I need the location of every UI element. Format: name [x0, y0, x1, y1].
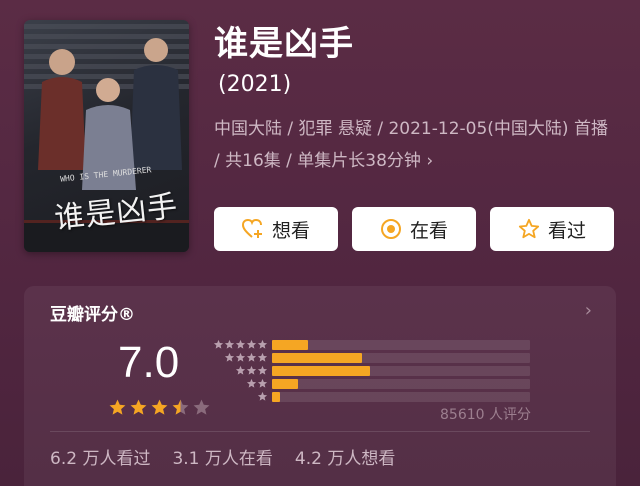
small-star-icon	[213, 339, 224, 349]
small-star-icon	[246, 352, 257, 362]
distribution-stars	[210, 365, 272, 376]
want-to-watch-button[interactable]: 想看	[214, 207, 338, 251]
watching-button[interactable]: 在看	[352, 207, 476, 251]
rating-distribution	[210, 338, 546, 403]
small-star-icon	[246, 339, 257, 349]
distribution-bar-track	[272, 391, 530, 402]
star-icon	[151, 399, 168, 415]
movie-meta-text: 中国大陆 / 犯罪 悬疑 / 2021-12-05(中国大陆) 首播 / 共16…	[214, 119, 608, 171]
divider	[50, 431, 590, 432]
distribution-stars	[210, 352, 272, 363]
distribution-bar-fill	[272, 352, 363, 363]
chevron-right-icon[interactable]: ›	[585, 300, 592, 321]
small-star-icon	[246, 378, 257, 388]
star-icon	[130, 399, 147, 415]
watched-button[interactable]: 看过	[490, 207, 614, 251]
distribution-bar-fill	[272, 391, 280, 402]
target-circle-icon	[380, 219, 401, 239]
distribution-bar-fill	[272, 365, 371, 376]
distribution-row	[210, 377, 546, 390]
watching-label: 在看	[409, 219, 448, 242]
want-to-watch-label: 想看	[271, 219, 310, 242]
movie-title: 谁是凶手	[214, 24, 354, 64]
audience-stats: 6.2 万人看过 3.1 万人在看 4.2 万人想看	[50, 444, 395, 469]
movie-year: (2021)	[218, 72, 292, 97]
small-star-icon	[235, 365, 246, 375]
star-icon	[193, 399, 210, 415]
star-icon	[109, 399, 126, 415]
small-star-icon	[257, 352, 268, 362]
star-icon	[172, 399, 189, 415]
rating-score: 7.0	[118, 338, 180, 387]
distribution-bar-track	[272, 378, 530, 389]
distribution-bar-fill	[272, 378, 298, 389]
distribution-stars	[210, 378, 272, 389]
small-star-icon	[257, 339, 268, 349]
poster-image[interactable]: WHO IS THE MURDERER 谁是凶手	[24, 20, 189, 252]
chevron-right-icon: ›	[426, 151, 434, 171]
distribution-bar-fill	[272, 339, 309, 350]
small-star-icon	[235, 339, 246, 349]
action-buttons: 想看 在看 看过	[214, 207, 614, 251]
small-star-icon	[224, 339, 235, 349]
star-outline-icon	[518, 218, 540, 239]
distribution-bar-track	[272, 365, 530, 376]
small-star-icon	[224, 352, 235, 362]
distribution-bar-track	[272, 352, 530, 363]
distribution-bar-track	[272, 339, 530, 350]
watched-label: 看过	[547, 219, 586, 242]
distribution-row	[210, 364, 546, 377]
movie-info: 谁是凶手 (2021) 中国大陆 / 犯罪 悬疑 / 2021-12-05(中国…	[214, 22, 620, 177]
movie-meta[interactable]: 中国大陆 / 犯罪 悬疑 / 2021-12-05(中国大陆) 首播 / 共16…	[214, 113, 614, 177]
rating-header: 豆瓣评分®	[50, 305, 135, 325]
small-star-icon	[235, 352, 246, 362]
distribution-row	[210, 351, 546, 364]
heart-plus-icon	[241, 219, 262, 238]
distribution-row	[210, 390, 546, 403]
distribution-stars	[210, 339, 272, 350]
small-star-icon	[257, 365, 268, 375]
small-star-icon	[246, 365, 257, 375]
small-star-icon	[257, 391, 268, 401]
want-count[interactable]: 4.2 万人想看	[295, 444, 395, 469]
watching-count[interactable]: 3.1 万人在看	[172, 444, 272, 469]
douban-rating-card[interactable]: 豆瓣评分® › 7.0 85610 人评分 6.2 万人看过 3.1 万人在看 …	[24, 286, 616, 486]
distribution-stars	[210, 391, 272, 402]
watched-count[interactable]: 6.2 万人看过	[50, 444, 150, 469]
distribution-row	[210, 338, 546, 351]
rating-stars	[108, 398, 211, 417]
rating-count: 85610 人评分	[440, 407, 531, 423]
small-star-icon	[257, 378, 268, 388]
